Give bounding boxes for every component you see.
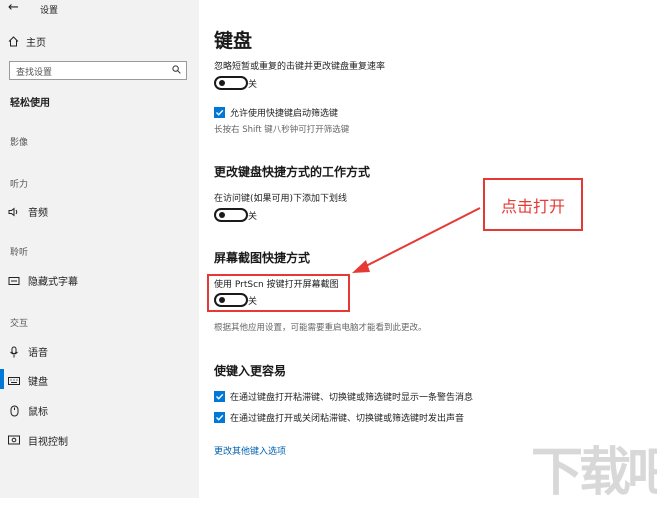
- sidebar-item-keyboard[interactable]: 键盘: [8, 373, 48, 388]
- watermark: 下载吧: [531, 443, 657, 503]
- microphone-icon: [8, 346, 20, 358]
- search-input[interactable]: 查找设置: [9, 61, 187, 80]
- annotation-text: 点击打开: [500, 196, 565, 216]
- print-screen-description: 使用 PrtScn 按键打开屏幕截图: [214, 280, 339, 290]
- sidebar-item-label: 键盘: [28, 377, 48, 388]
- sidebar-item-audio[interactable]: 音频: [8, 204, 48, 219]
- sidebar-item-eye-control[interactable]: 目视控制: [8, 433, 68, 448]
- checkmark-icon: [216, 414, 224, 421]
- sidebar-item-label: 语音: [28, 348, 48, 359]
- mouse-icon: [8, 405, 20, 417]
- page-title: 键盘: [214, 30, 253, 52]
- underline-access-keys-toggle[interactable]: [214, 208, 248, 222]
- restart-note: 根据其他应用设置，可能需要重启电脑才能看到此更改。: [214, 323, 427, 333]
- eye-control-icon: [8, 435, 20, 446]
- sidebar: ← 设置 主页 查找设置 轻松使用 影像 听力 音频 聆听 隐藏式字幕 交互 语: [0, 0, 199, 498]
- annotation-arrow-icon: [352, 207, 481, 273]
- sidebar-item-label: 隐藏式字幕: [28, 277, 78, 288]
- checkmark-icon: [216, 393, 224, 400]
- sound-checkbox[interactable]: [214, 412, 225, 423]
- sidebar-item-label: 目视控制: [28, 437, 68, 448]
- sound-label: 在通过键盘打开或关闭粘滞键、切换键或筛选键时发出声音: [230, 414, 465, 424]
- window-title: 设置: [40, 6, 59, 16]
- filter-keys-toggle-state: 关: [248, 80, 258, 90]
- filter-keys-description: 忽略短暂或重复的击键并更改键盘重复速率: [214, 62, 386, 72]
- sidebar-section-title: 轻松使用: [10, 98, 50, 109]
- keyboard-icon: [8, 376, 20, 386]
- print-screen-toggle-state: 关: [248, 297, 258, 307]
- sidebar-item-home[interactable]: 主页: [8, 34, 46, 49]
- shortcut-section-title: 更改键盘快捷方式的工作方式: [214, 165, 371, 179]
- print-screen-section-title: 屏幕截图快捷方式: [214, 251, 311, 265]
- filter-keys-toggle[interactable]: [214, 76, 248, 90]
- typing-section-title: 使键入更容易: [214, 364, 287, 378]
- checkmark-icon: [216, 109, 224, 116]
- warning-message-label: 在通过键盘打开粘滞键、切换键或筛选键时显示一条警告消息: [230, 393, 474, 403]
- sidebar-group-interaction: 交互: [10, 319, 29, 329]
- underline-access-keys-description: 在访问键(如果可用)下添加下划线: [214, 194, 348, 204]
- captions-icon: [8, 276, 20, 286]
- search-placeholder: 查找设置: [16, 68, 53, 78]
- sidebar-item-speech[interactable]: 语音: [8, 344, 48, 359]
- sidebar-item-label: 音频: [28, 208, 48, 219]
- filter-keys-hint: 长按右 Shift 键八秒钟可打开筛选键: [214, 125, 350, 135]
- back-arrow-icon[interactable]: ←: [8, 0, 19, 15]
- sidebar-home-label: 主页: [26, 38, 46, 49]
- toggle-knob: [219, 297, 225, 303]
- search-icon[interactable]: [172, 65, 181, 74]
- filter-keys-shortcut-checkbox[interactable]: [214, 107, 225, 118]
- active-indicator: [0, 369, 4, 389]
- sidebar-group-vision: 影像: [10, 138, 29, 148]
- print-screen-toggle[interactable]: [214, 293, 248, 307]
- filter-keys-shortcut-label: 允许使用快捷键启动筛选键: [230, 109, 339, 119]
- warning-message-checkbox[interactable]: [214, 391, 225, 402]
- sidebar-group-hearing: 听力: [10, 180, 29, 190]
- toggle-knob: [219, 80, 225, 86]
- sidebar-item-captions[interactable]: 隐藏式字幕: [8, 273, 78, 288]
- home-icon: [8, 36, 19, 47]
- sidebar-item-mouse[interactable]: 鼠标: [8, 403, 48, 418]
- underline-access-keys-toggle-state: 关: [248, 212, 258, 222]
- toggle-knob: [219, 212, 225, 218]
- sidebar-item-label: 鼠标: [28, 407, 48, 418]
- annotation-callout: 点击打开: [483, 178, 583, 231]
- sidebar-group-listening: 聆听: [10, 248, 29, 258]
- speaker-icon: [8, 206, 20, 217]
- other-typing-options-link[interactable]: 更改其他键入选项: [214, 444, 286, 457]
